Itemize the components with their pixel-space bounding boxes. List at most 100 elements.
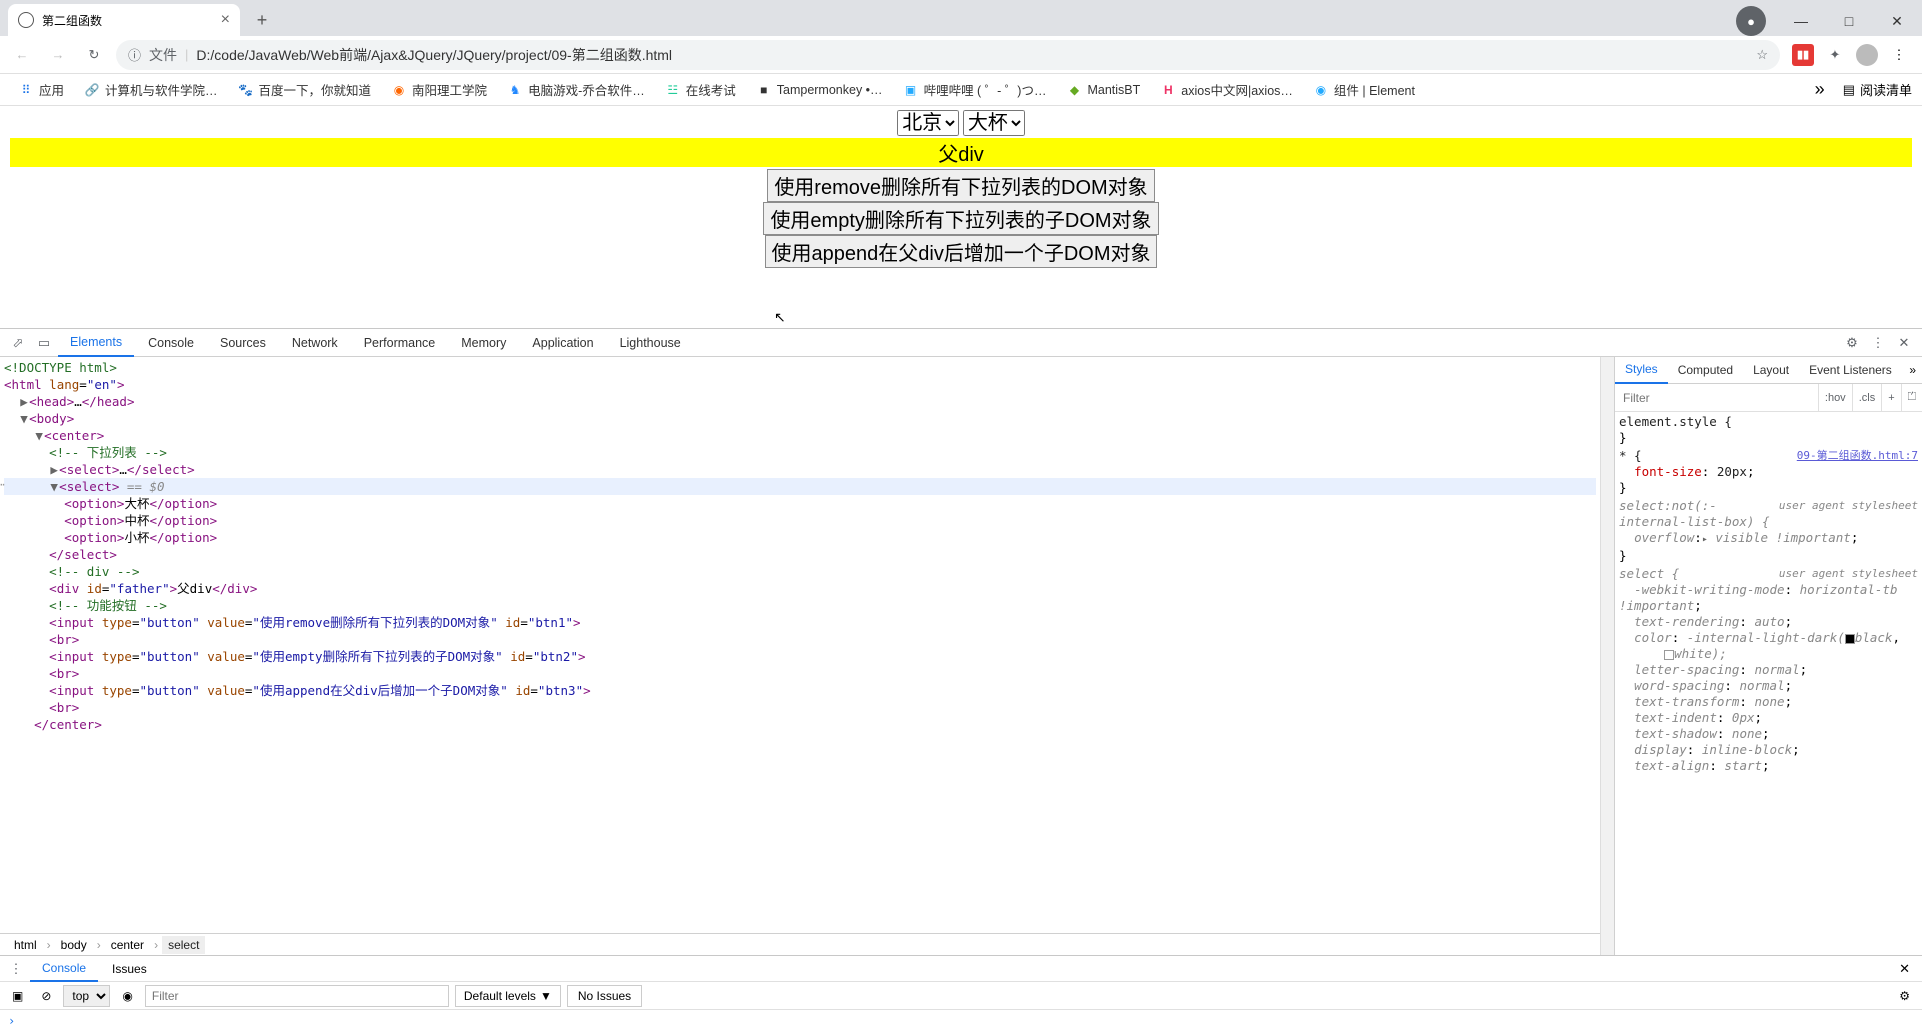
extensions-button-icon[interactable]: ✦ — [1824, 44, 1846, 66]
hov-button[interactable]: :hov — [1818, 384, 1852, 411]
bookmark-star-icon[interactable]: ☆ — [1756, 47, 1768, 63]
profile-icon[interactable]: ● — [1736, 6, 1766, 36]
extension-icon[interactable]: ▮▮ — [1792, 44, 1814, 66]
drawer-tab-issues[interactable]: Issues — [100, 956, 159, 982]
console-settings-icon[interactable]: ⚙ — [1893, 987, 1916, 1005]
color-swatch-icon[interactable] — [1845, 634, 1855, 644]
log-levels-dropdown[interactable]: Default levels ▼ — [455, 985, 561, 1007]
elements-tree[interactable]: <!DOCTYPE html> <html lang="en"> ▶<head>… — [0, 357, 1600, 933]
remove-button[interactable]: 使用remove删除所有下拉列表的DOM对象 — [767, 169, 1154, 202]
styles-filter-bar: :hov .cls + ⏍ — [1615, 384, 1922, 412]
address-bar: ← → ↻ ⓘ 文件 | D:/code/JavaWeb/Web前端/Ajax&… — [0, 36, 1922, 74]
size-select[interactable]: 大杯 中杯 小杯 — [963, 110, 1025, 136]
exam-icon: ☳ — [665, 82, 681, 98]
url-box[interactable]: ⓘ 文件 | D:/code/JavaWeb/Web前端/Ajax&JQuery… — [116, 40, 1780, 70]
eye-icon[interactable]: ◉ — [116, 987, 138, 1005]
tab-layout[interactable]: Layout — [1743, 357, 1799, 384]
tab-console[interactable]: Console — [136, 329, 206, 357]
add-rule-button[interactable]: + — [1881, 384, 1900, 411]
collapse-icon[interactable]: ▼ — [49, 478, 59, 495]
append-button[interactable]: 使用append在父div后增加一个子DOM对象 — [765, 235, 1158, 268]
breadcrumb-item[interactable]: select — [162, 936, 205, 954]
bookmark-item[interactable]: 🐾百度一下，你就知道 — [230, 76, 380, 103]
bookmark-item[interactable]: 🔗计算机与软件学院… — [76, 76, 226, 103]
scrollbar[interactable] — [1600, 357, 1614, 955]
drawer-close-icon[interactable]: ✕ — [1891, 961, 1918, 977]
bookmark-item[interactable]: ■Tampermonkey •… — [748, 78, 891, 102]
tab-event-listeners[interactable]: Event Listeners — [1799, 357, 1902, 384]
paw-icon: 🐾 — [238, 82, 254, 98]
breadcrumb-item[interactable]: body — [55, 936, 93, 954]
extension-icons: ▮▮ ✦ ⋮ — [1788, 44, 1914, 66]
empty-button[interactable]: 使用empty删除所有下拉列表的子DOM对象 — [763, 202, 1158, 235]
inspect-element-icon[interactable]: ⬀ — [6, 331, 30, 355]
bookmarks-bar: ⠿应用 🔗计算机与软件学院… 🐾百度一下，你就知道 ◉南阳理工学院 ♞电脑游戏-… — [0, 74, 1922, 106]
styles-tabs: Styles Computed Layout Event Listeners » — [1615, 357, 1922, 384]
cursor-icon: ↖ — [774, 309, 786, 326]
tab-memory[interactable]: Memory — [449, 329, 518, 357]
tab-sources[interactable]: Sources — [208, 329, 278, 357]
more-icon[interactable]: ⋮ — [1866, 331, 1890, 355]
tab-performance[interactable]: Performance — [352, 329, 448, 357]
breadcrumb-item[interactable]: center — [105, 936, 150, 954]
bookmarks-overflow-icon[interactable]: » — [1809, 79, 1831, 100]
tab-elements[interactable]: Elements — [58, 329, 134, 357]
context-select[interactable]: top — [63, 985, 110, 1007]
maximize-button[interactable]: □ — [1826, 6, 1872, 36]
expand-icon[interactable]: ▶ — [49, 461, 59, 478]
collapse-icon[interactable]: ▼ — [34, 427, 44, 444]
reading-list-button[interactable]: ▤阅读清单 — [1843, 80, 1912, 99]
user-avatar-icon[interactable] — [1856, 44, 1878, 66]
settings-gear-icon[interactable]: ⚙ — [1840, 331, 1864, 355]
bookmark-item[interactable]: ♞电脑游戏-乔合软件… — [499, 76, 653, 103]
selected-dom-node[interactable]: ⋯ ▼<select> == $0 — [4, 478, 1596, 495]
bookmark-apps[interactable]: ⠿应用 — [10, 76, 72, 103]
toggle-button[interactable]: ⏍ — [1901, 384, 1922, 411]
new-tab-button[interactable]: + — [248, 6, 276, 34]
clear-console-icon[interactable]: ⊘ — [35, 987, 57, 1005]
apps-icon: ⠿ — [18, 82, 34, 98]
devtools-tabbar: ⬀ ▭ Elements Console Sources Network Per… — [0, 329, 1922, 357]
bookmark-item[interactable]: Haxios中文网|axios… — [1152, 76, 1301, 103]
sidebar-toggle-icon[interactable]: ▣ — [6, 987, 29, 1005]
tab-application[interactable]: Application — [520, 329, 605, 357]
window-controls: ● — □ ✕ — [1736, 6, 1922, 36]
minimize-button[interactable]: — — [1778, 6, 1824, 36]
styles-filter-input[interactable] — [1615, 391, 1818, 405]
color-swatch-icon[interactable] — [1664, 650, 1674, 660]
breadcrumb-item[interactable]: html — [8, 936, 43, 954]
browser-tab[interactable]: 第二组函数 × — [8, 4, 240, 36]
reload-button[interactable]: ↻ — [80, 41, 108, 69]
device-toggle-icon[interactable]: ▭ — [32, 331, 56, 355]
bookmark-item[interactable]: ◉组件 | Element — [1305, 76, 1423, 103]
styles-rules[interactable]: element.style {} 09-第二组函数.html:7* { font… — [1615, 412, 1922, 955]
drawer-tab-console[interactable]: Console — [30, 956, 98, 982]
console-prompt[interactable]: › — [0, 1010, 1922, 1032]
collapse-icon[interactable]: ▼ — [19, 410, 29, 427]
back-button[interactable]: ← — [8, 41, 36, 69]
bookmark-item[interactable]: ▣哔哩哔哩 ( ゜- ゜)つ… — [895, 76, 1055, 103]
tab-computed[interactable]: Computed — [1668, 357, 1743, 384]
bookmark-item[interactable]: ◆MantisBT — [1058, 78, 1148, 102]
tab-lighthouse[interactable]: Lighthouse — [608, 329, 693, 357]
url-label: 文件 — [149, 45, 177, 65]
console-filter-input[interactable] — [145, 985, 449, 1007]
tab-styles[interactable]: Styles — [1615, 357, 1668, 384]
console-toolbar: ▣ ⊘ top ◉ Default levels ▼ No Issues ⚙ — [0, 982, 1922, 1010]
bookmark-item[interactable]: ◉南阳理工学院 — [383, 76, 495, 103]
devtools-close-icon[interactable]: ✕ — [1892, 331, 1916, 355]
info-icon[interactable]: ⓘ — [128, 45, 141, 64]
game-icon: ♞ — [507, 82, 523, 98]
tab-close-icon[interactable]: × — [221, 11, 230, 29]
city-select[interactable]: 北京 — [897, 110, 959, 136]
tab-network[interactable]: Network — [280, 329, 350, 357]
window-close-button[interactable]: ✕ — [1874, 6, 1920, 36]
expand-icon[interactable]: ▶ — [19, 393, 29, 410]
menu-icon[interactable]: ⋮ — [1888, 44, 1910, 66]
overflow-icon[interactable]: » — [1903, 363, 1922, 377]
drawer-menu-icon[interactable]: ⋮ — [4, 957, 28, 981]
issues-badge[interactable]: No Issues — [567, 985, 642, 1007]
cls-button[interactable]: .cls — [1852, 384, 1882, 411]
forward-button[interactable]: → — [44, 41, 72, 69]
bookmark-item[interactable]: ☳在线考试 — [657, 76, 744, 103]
